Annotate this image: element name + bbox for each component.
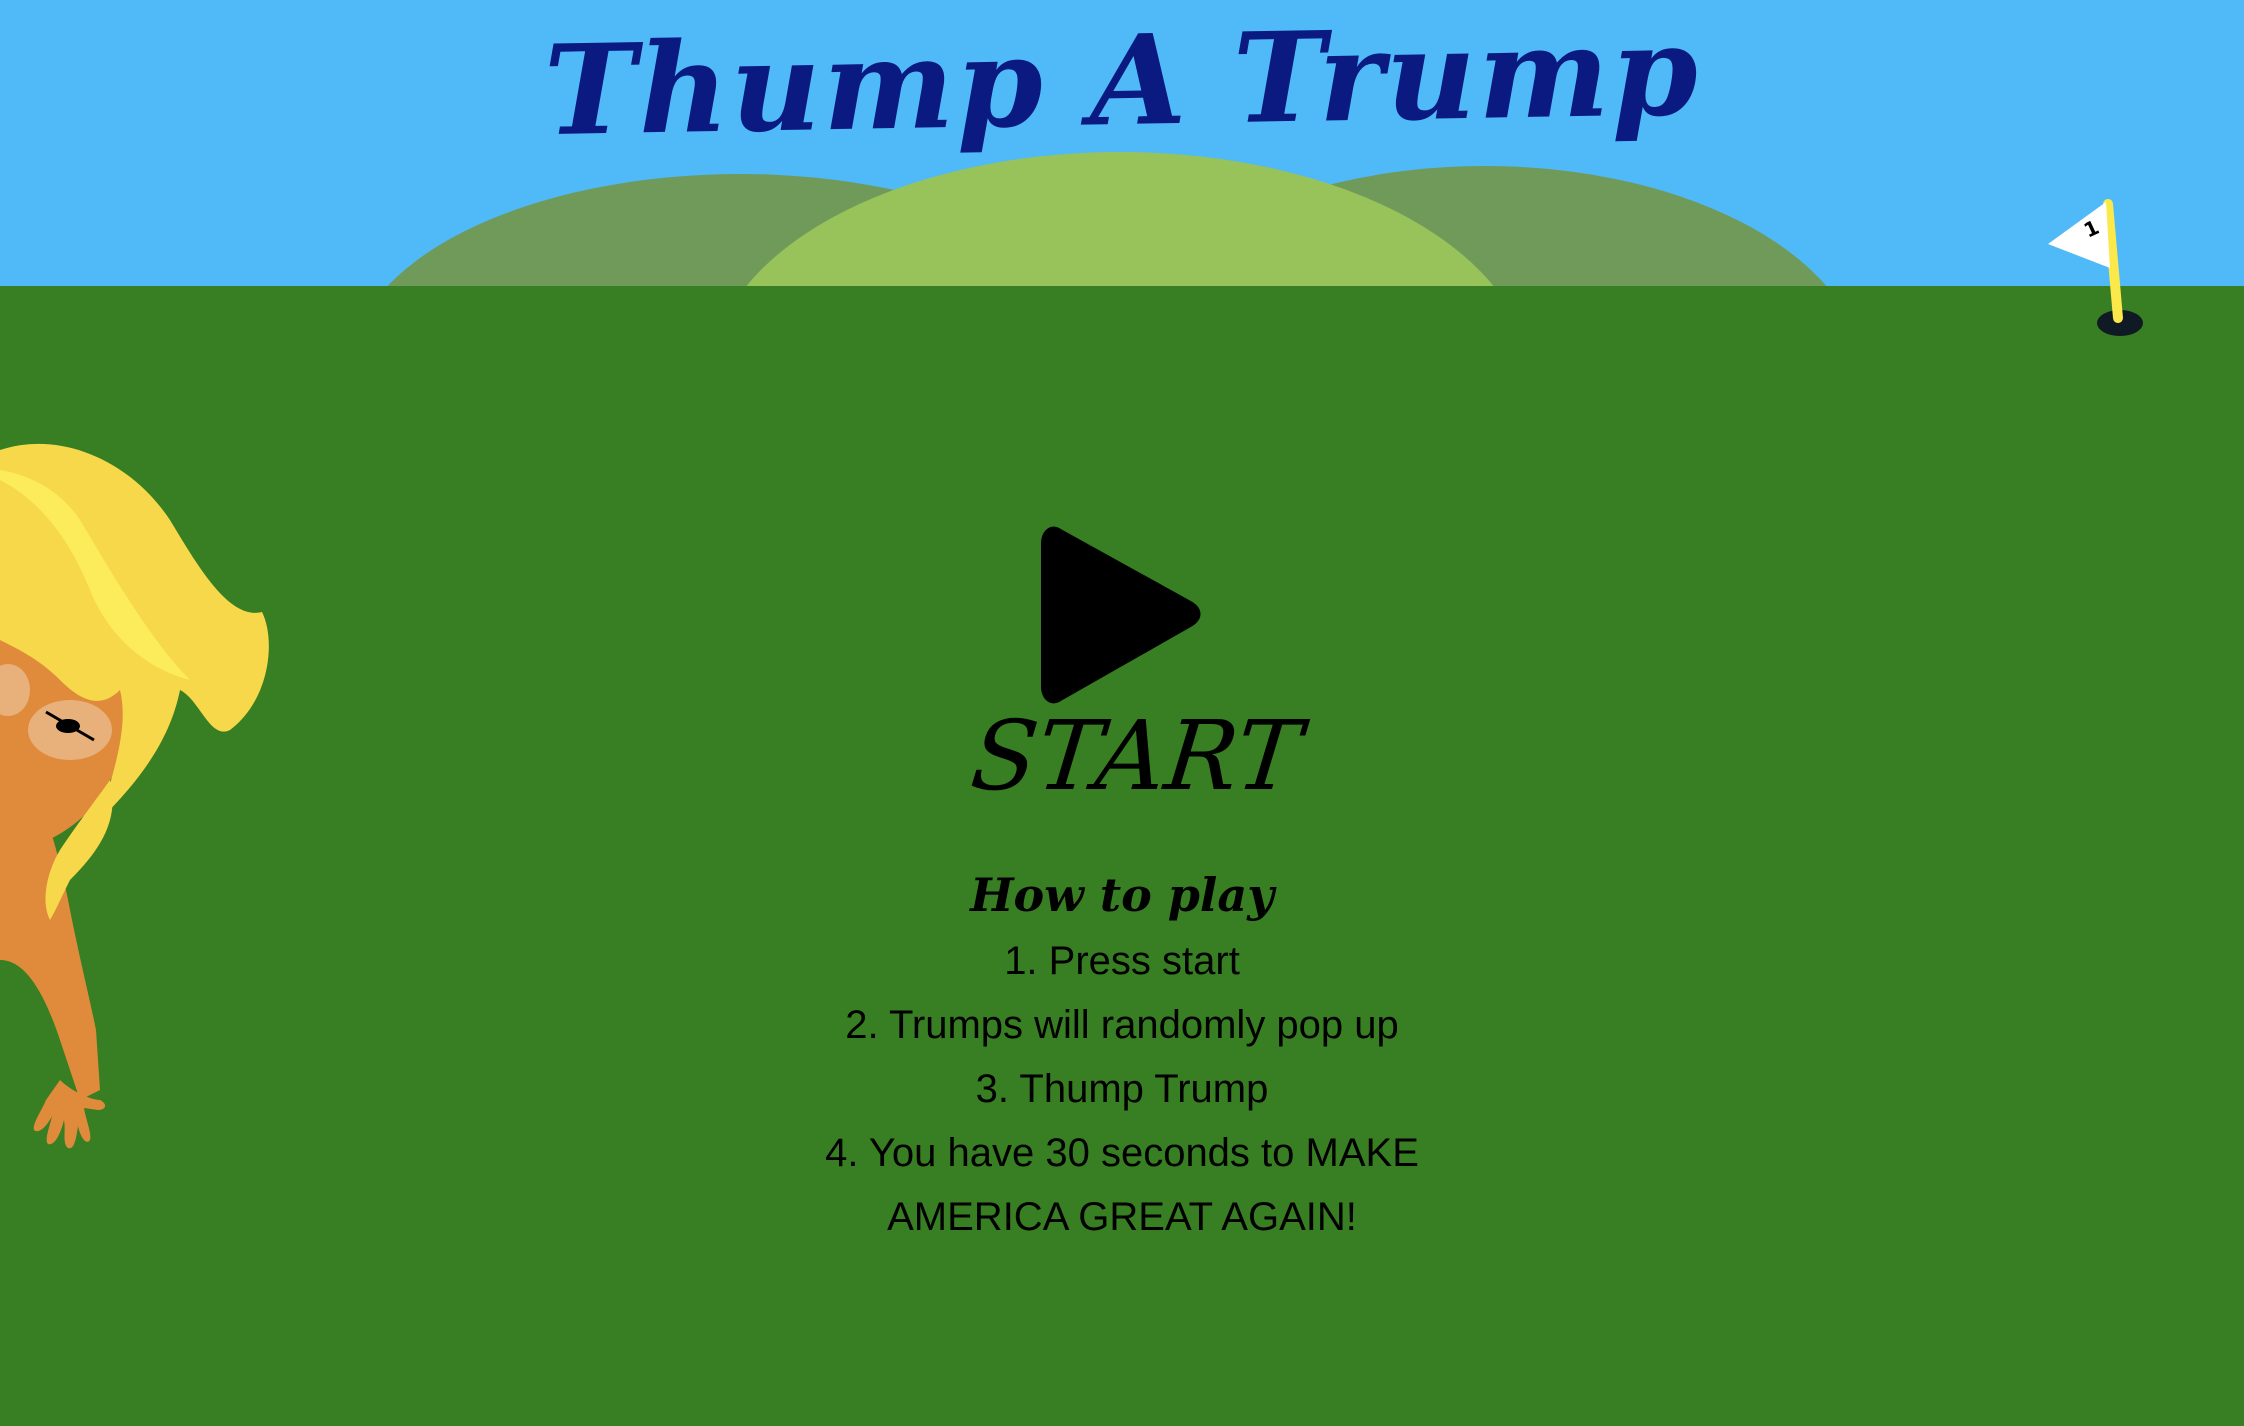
start-button[interactable]: START — [966, 520, 1306, 820]
game-stage: Thump A Trump 1 START How to play 1. Pre… — [0, 0, 2244, 1426]
instruction-step-2: 2. Trumps will randomly pop up — [845, 1003, 1399, 1048]
play-icon — [1041, 526, 1201, 704]
instruction-step-3: 3. Thump Trump — [975, 1067, 1269, 1112]
instruction-step-1: 1. Press start — [1004, 939, 1240, 984]
instructions-panel: How to play 1. Press start 2. Trumps wil… — [722, 868, 1522, 1249]
trump-character-illustration — [0, 443, 269, 1149]
howto-heading: How to play — [970, 868, 1274, 922]
instruction-step-4: 4. You have 30 seconds to MAKE AMERICA G… — [825, 1131, 1419, 1240]
instructions-list: 1. Press start 2. Trumps will randomly p… — [722, 929, 1522, 1249]
start-label: START — [966, 700, 1307, 812]
golf-flag-icon: 1 — [2048, 199, 2143, 336]
ground — [0, 286, 2244, 1426]
